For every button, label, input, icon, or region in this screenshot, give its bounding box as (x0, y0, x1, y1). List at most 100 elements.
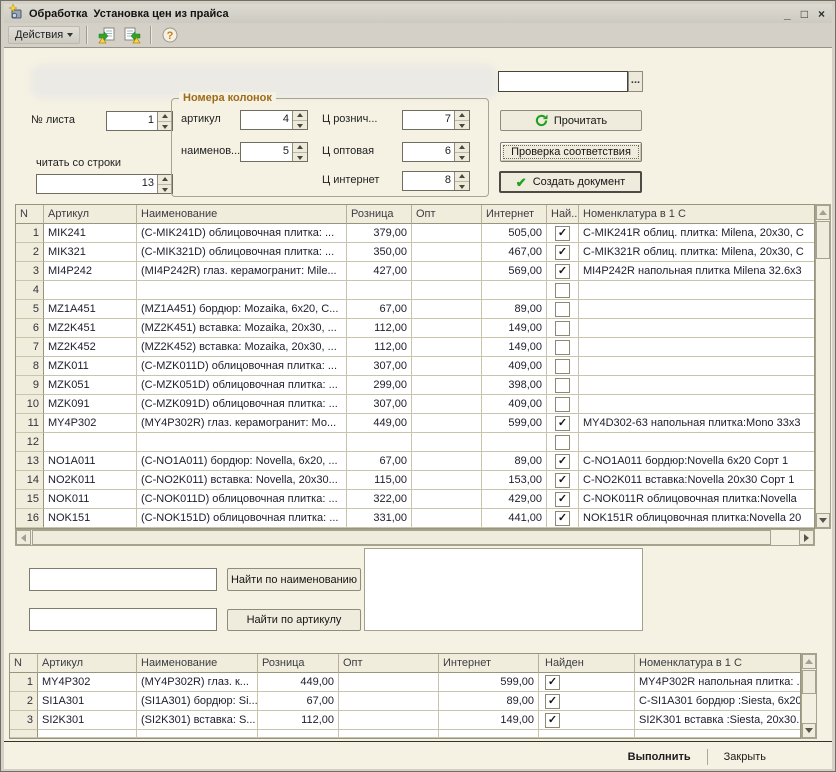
cell[interactable] (579, 319, 814, 338)
cell[interactable] (579, 395, 814, 414)
cell[interactable] (10, 730, 38, 738)
cell[interactable] (412, 281, 482, 300)
cell[interactable]: (MY4P302R) глаз. керамогранит: Мо... (137, 414, 347, 433)
cell[interactable]: 4 (16, 281, 44, 300)
table-row[interactable]: 10MZK091(C-MZK091D) облицовочная плитка:… (16, 395, 814, 414)
cell[interactable]: 149,00 (482, 319, 547, 338)
help-icon[interactable]: ? (158, 24, 182, 46)
cell[interactable]: C-MIK241R облиц. плитка: Milena, 20x30, … (579, 224, 814, 243)
cell[interactable]: 467,00 (482, 243, 547, 262)
search-article-input[interactable] (29, 608, 217, 631)
cell[interactable]: 8 (16, 357, 44, 376)
cell[interactable]: (C-NOK151D) облицовочная плитка: ... (137, 509, 347, 528)
spin-down-button[interactable] (455, 121, 469, 130)
table-row[interactable]: 12 (16, 433, 814, 452)
cell[interactable] (579, 338, 814, 357)
cell[interactable] (339, 692, 439, 711)
cell[interactable]: 599,00 (439, 673, 539, 692)
cell[interactable]: 2 (16, 243, 44, 262)
cell[interactable]: 11 (16, 414, 44, 433)
cell[interactable]: 14 (16, 471, 44, 490)
cell[interactable] (412, 319, 482, 338)
spin-up-button[interactable] (455, 143, 469, 153)
spin-up-button[interactable] (293, 143, 307, 153)
cell[interactable]: MY4P302 (38, 673, 137, 692)
cell[interactable]: 9 (16, 376, 44, 395)
found-checkbox[interactable]: ✓ (547, 243, 579, 262)
cell[interactable] (439, 730, 539, 738)
cell[interactable]: 3 (16, 262, 44, 281)
cell[interactable]: C-SI1A301 бордюр :Siesta, 6x20... (635, 692, 800, 711)
cell[interactable] (412, 452, 482, 471)
cell[interactable]: 331,00 (347, 509, 412, 528)
maximize-button[interactable]: □ (801, 7, 808, 21)
cell[interactable]: MZK051 (44, 376, 137, 395)
cell[interactable]: (C-MZK011D) облицовочная плитка: ... (137, 357, 347, 376)
table-row[interactable]: 8MZK011(C-MZK011D) облицовочная плитка: … (16, 357, 814, 376)
cell[interactable]: NO1A011 (44, 452, 137, 471)
table-row[interactable]: 13NO1A011(C-NO1A011) бордюр: Novella, 6x… (16, 452, 814, 471)
cell[interactable]: 149,00 (482, 338, 547, 357)
found-checkbox[interactable]: ✓ (539, 692, 635, 711)
cell[interactable] (412, 509, 482, 528)
cell[interactable] (635, 730, 800, 738)
vertical-scrollbar[interactable] (815, 204, 831, 529)
spin-up-button[interactable] (158, 112, 172, 122)
spin-up-button[interactable] (455, 172, 469, 182)
cell[interactable]: (C-NOK011D) облицовочная плитка: ... (137, 490, 347, 509)
vertical-scrollbar[interactable] (801, 653, 817, 739)
internet-col-input[interactable]: 8 (402, 171, 470, 191)
cell[interactable]: 307,00 (347, 395, 412, 414)
cell[interactable] (579, 357, 814, 376)
cell[interactable]: 6 (16, 319, 44, 338)
cell[interactable] (579, 300, 814, 319)
cell[interactable]: 115,00 (347, 471, 412, 490)
horizontal-scrollbar[interactable] (15, 529, 815, 546)
cell[interactable] (44, 433, 137, 452)
path-input[interactable] (498, 71, 628, 92)
cell[interactable]: MY4P302R напольная плитка: ... (635, 673, 800, 692)
cell[interactable]: C-NOK011R облицовочная плитка:Novella (579, 490, 814, 509)
cell[interactable]: NO2K011 (44, 471, 137, 490)
cell[interactable] (412, 224, 482, 243)
cell[interactable]: (SI2K301) вставка: S... (137, 711, 258, 730)
cell[interactable]: C-NO1A011 бордюр:Novella 6x20 Сорт 1 (579, 452, 814, 471)
cell[interactable] (482, 433, 547, 452)
cell[interactable] (339, 730, 439, 738)
cell[interactable]: (C-MZK091D) облицовочная плитка: ... (137, 395, 347, 414)
cell[interactable] (339, 673, 439, 692)
table-row[interactable]: 3MI4P242(MI4P242R) глаз. керамогранит: M… (16, 262, 814, 281)
table-row[interactable]: 1MY4P302(MY4P302R) глаз. к...449,00599,0… (10, 673, 800, 692)
found-checkbox[interactable]: ✓ (547, 490, 579, 509)
cell[interactable]: (C-MIK241D) облицовочная плитка: ... (137, 224, 347, 243)
read-from-row-input[interactable]: 13 (36, 174, 173, 194)
cell[interactable]: MZ2K452 (44, 338, 137, 357)
table-row[interactable]: 9MZK051(C-MZK051D) облицовочная плитка: … (16, 376, 814, 395)
cell[interactable]: 350,00 (347, 243, 412, 262)
cell[interactable]: MIK321 (44, 243, 137, 262)
cell[interactable]: 427,00 (347, 262, 412, 281)
cell[interactable]: 149,00 (439, 711, 539, 730)
cell[interactable] (412, 357, 482, 376)
cell[interactable]: 89,00 (482, 300, 547, 319)
cell[interactable] (412, 300, 482, 319)
cell[interactable]: MY4P302 (44, 414, 137, 433)
found-checkbox[interactable]: ✓ (547, 509, 579, 528)
cell[interactable]: MZK091 (44, 395, 137, 414)
cell[interactable]: MI4P242 (44, 262, 137, 281)
cell[interactable] (412, 471, 482, 490)
cell[interactable]: SI1A301 (38, 692, 137, 711)
found-checkbox[interactable]: ✓ (547, 224, 579, 243)
found-checkbox[interactable]: ✓ (547, 471, 579, 490)
cell[interactable]: 441,00 (482, 509, 547, 528)
cell[interactable]: 67,00 (258, 692, 339, 711)
cell[interactable]: 112,00 (347, 319, 412, 338)
cell[interactable] (412, 395, 482, 414)
table-row[interactable]: 6MZ2K451(MZ2K451) вставка: Mozaika, 20x3… (16, 319, 814, 338)
found-checkbox[interactable] (547, 281, 579, 300)
scroll-down-button[interactable] (802, 723, 816, 738)
cell[interactable]: 505,00 (482, 224, 547, 243)
close-form-button[interactable]: Закрыть (714, 748, 776, 766)
scroll-thumb[interactable] (802, 670, 816, 694)
spin-down-button[interactable] (293, 121, 307, 130)
